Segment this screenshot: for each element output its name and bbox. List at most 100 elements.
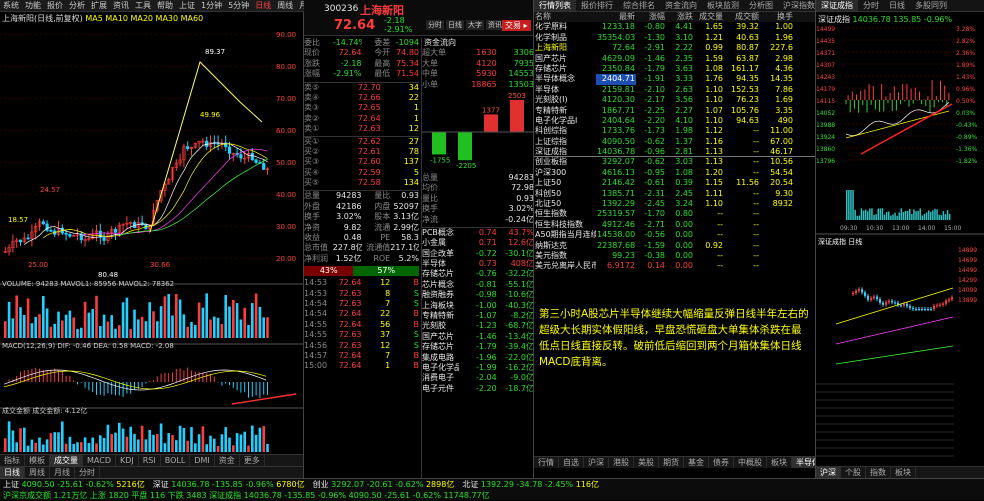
index-volume-bar [919, 208, 921, 220]
index-btab-3[interactable]: 板块 [891, 467, 916, 478]
list-row[interactable]: 纳斯达克 22387.68 -1.59 0.00 0.92 -- [534, 241, 815, 251]
kline-chart-panel[interactable]: 上海新阳(日线,前复权) MA5 MA10 MA20 MA30 MA60 90.… [0, 12, 304, 478]
sector-tab-4[interactable]: 美股 [634, 457, 659, 468]
menu-item-11[interactable]: 日线 [255, 0, 271, 11]
period-tab-2[interactable]: 月线 [50, 467, 75, 478]
col-header-4[interactable]: 成交量 [694, 12, 724, 22]
sector-tab-10[interactable]: 半导体 [792, 457, 815, 468]
index-btab-0[interactable]: 沪深 [816, 467, 841, 478]
col-header-3[interactable]: 涨跌 [666, 12, 694, 22]
menu-item-8[interactable]: 上证 [179, 0, 195, 11]
indicator-tab-2[interactable]: 成交量 [50, 455, 83, 466]
list-tab-0[interactable]: 行情列表 [534, 0, 576, 11]
list-tab-5[interactable]: 分析图 [744, 0, 778, 11]
list-row[interactable]: 美元兑离岸人民币 6.9172 0.14 0.00 -- -- [534, 261, 815, 271]
list-row[interactable]: 半导体 2159.81 -2.10 2.63 1.10 152.53 7.86 [534, 85, 815, 95]
index-chart-svg[interactable]: 14499 14435 14371 14307 14243 14179 14115 14052… [816, 24, 984, 464]
indicator-tab-4[interactable]: KDJ [116, 455, 139, 466]
sector-tab-6[interactable]: 基金 [684, 457, 709, 468]
menu-item-1[interactable]: 功能 [25, 0, 41, 11]
index-tab-0[interactable]: 深证成指 [816, 0, 858, 11]
indicator-tab-6[interactable]: BOLL [161, 455, 191, 466]
list-row[interactable]: 恒生科技指数 4912.46 -2.71 0.00 -- -- [534, 220, 815, 230]
list-tab-2[interactable]: 综合排名 [618, 0, 660, 11]
list-row[interactable]: 上海新阳 72.64 -2.91 2.22 0.99 80.87 227.6 [534, 43, 815, 53]
sector-tab-1[interactable]: 自选 [559, 457, 584, 468]
trade-button[interactable]: 交易 ▸ [502, 20, 531, 31]
quote-tab-0[interactable]: 分时 [426, 20, 444, 30]
index-tabs[interactable]: 深证成指 分时 日线 多股同列 [816, 0, 984, 12]
menu-item-10[interactable]: 5分钟 [228, 0, 249, 11]
list-row[interactable]: 化学制品 35354.03 -1.30 3.10 1.21 40.63 1.96 [534, 33, 815, 43]
list-row[interactable]: 存储芯片 2350.84 -1.79 3.63 1.08 161.17 4.36 [534, 64, 815, 74]
menu-item-3[interactable]: 分析 [69, 0, 85, 11]
list-row[interactable]: 专精特新 1867.71 -2.25 2.27 1.07 105.76 3.35 [534, 106, 815, 116]
list-cell: 7.86 [775, 84, 793, 94]
list-row[interactable]: 创业板指 3292.07 -0.62 3.03 1.13 -- 10.56 [534, 157, 815, 167]
list-row[interactable]: 上证50 2146.42 -0.61 0.39 1.15 11.56 20.54 [534, 178, 815, 188]
list-row[interactable]: 科创50 1385.71 -2.31 2.45 1.11 -- 9.30 [534, 189, 815, 199]
indicator-tab-3[interactable]: MACD [83, 455, 116, 466]
index-btab-2[interactable]: 指数 [866, 467, 891, 478]
list-row[interactable]: 科创综指 1733.76 -1.73 1.98 1.12 -- 11.00 [534, 126, 815, 136]
sector-tab-3[interactable]: 港股 [609, 457, 634, 468]
list-tabs[interactable]: 行情列表报价排行综合排名资金流向板块监测分析图沪深指数实时更多 [534, 0, 815, 12]
period-tabs[interactable]: 日线 周线 月线 分时 [0, 466, 303, 478]
quote-tab-1[interactable]: 日线 [446, 20, 464, 30]
indicator-tabs[interactable]: 指标 模板 成交量 MACD KDJ RSI BOLL DMI 资金 更多 [0, 454, 303, 466]
period-tab-0[interactable]: 日线 [0, 467, 25, 478]
index-btab-1[interactable]: 个股 [841, 467, 866, 478]
list-row[interactable]: 北证50 1392.29 -2.45 3.24 1.10 -- 8932 [534, 199, 815, 209]
menu-item-7[interactable]: 帮助 [157, 0, 173, 11]
menu-item-6[interactable]: 工具 [135, 0, 151, 11]
list-row[interactable]: A50期指当月连续 14538.00 -0.56 0.00 -- -- [534, 230, 815, 240]
col-header-0[interactable]: 名称 [534, 12, 596, 22]
list-row[interactable]: 半导体概念 2404.71 -1.91 3.33 1.76 94.35 14.35 [534, 74, 815, 85]
list-row[interactable]: 电子化学品I 2404.64 -2.20 4.10 1.10 94.63 490 [534, 116, 815, 126]
list-tab-3[interactable]: 资金流向 [660, 0, 702, 11]
list-row[interactable]: 深证成指 14036.78 -0.96 2.81 1.13 -- 46.17 [534, 147, 815, 158]
list-tab-6[interactable]: 沪深指数 [778, 0, 815, 11]
sector-tab-0[interactable]: 行情 [534, 457, 559, 468]
list-row[interactable]: 化学原料 1233.18 -0.80 4.41 1.65 39.32 1.00 [534, 22, 815, 32]
indicator-tab-0[interactable]: 指标 [0, 455, 25, 466]
menu-item-4[interactable]: 扩展 [91, 0, 107, 11]
index-tab-2[interactable]: 日线 [884, 0, 910, 11]
list-row[interactable]: 上证综指 4090.50 -0.62 1.37 1.16 -- 67.00 [534, 137, 815, 147]
quote-tabs[interactable]: 分时 日线 大字 资讯 [426, 20, 504, 30]
list-tab-1[interactable]: 报价排行 [576, 0, 618, 11]
period-tab-3[interactable]: 分时 [75, 467, 100, 478]
indicator-tab-7[interactable]: DMI [190, 455, 215, 466]
list-tab-4[interactable]: 板块监测 [702, 0, 744, 11]
list-row[interactable]: 美元指数 99.23 -0.38 0.00 -- -- [534, 251, 815, 261]
col-header-5[interactable]: 成交额 [724, 12, 760, 22]
daily-candle [915, 309, 917, 310]
sector-tab-2[interactable]: 沪深 [584, 457, 609, 468]
indicator-tab-5[interactable]: RSI [139, 455, 161, 466]
sector-tab-7[interactable]: 债券 [709, 457, 734, 468]
col-header-6[interactable]: 换手 [760, 12, 794, 22]
list-row[interactable]: 恒生指数 25319.57 -1.70 0.80 -- -- [534, 209, 815, 219]
quote-tab-2[interactable]: 大字 [466, 20, 484, 30]
sector-tabs[interactable]: 行情自选沪深港股美股期货基金债券中概股板块半导体芯片存储更多 [534, 456, 815, 468]
index-tab-1[interactable]: 分时 [858, 0, 884, 11]
period-tab-1[interactable]: 周线 [25, 467, 50, 478]
menu-item-0[interactable]: 系统 [3, 0, 19, 11]
list-row[interactable]: 光刻胶(I) 4120.30 -2.17 3.56 1.10 76.23 1.69 [534, 95, 815, 105]
menu-item-9[interactable]: 1分钟 [201, 0, 222, 11]
col-header-2[interactable]: 涨幅 [636, 12, 666, 22]
menu-item-2[interactable]: 报价 [47, 0, 63, 11]
indicator-tab-9[interactable]: 更多 [240, 455, 265, 466]
sector-tab-9[interactable]: 板块 [767, 457, 792, 468]
menu-item-12[interactable]: 周线 [277, 0, 293, 11]
index-bottom-tabs[interactable]: 沪深 个股 指数 板块 [816, 466, 984, 478]
index-tab-3[interactable]: 多股同列 [910, 0, 952, 11]
indicator-tab-1[interactable]: 模板 [25, 455, 50, 466]
menu-item-5[interactable]: 资讯 [113, 0, 129, 11]
list-row[interactable]: 沪深300 4616.13 -0.95 1.08 1.20 -- 54.54 [534, 168, 815, 178]
indicator-tab-8[interactable]: 资金 [215, 455, 240, 466]
sector-tab-8[interactable]: 中概股 [734, 457, 767, 468]
sector-tab-5[interactable]: 期货 [659, 457, 684, 468]
col-header-1[interactable]: 最新 [596, 12, 636, 22]
list-row[interactable]: 国产芯片 4629.09 -1.46 2.35 1.59 63.87 2.98 [534, 54, 815, 64]
